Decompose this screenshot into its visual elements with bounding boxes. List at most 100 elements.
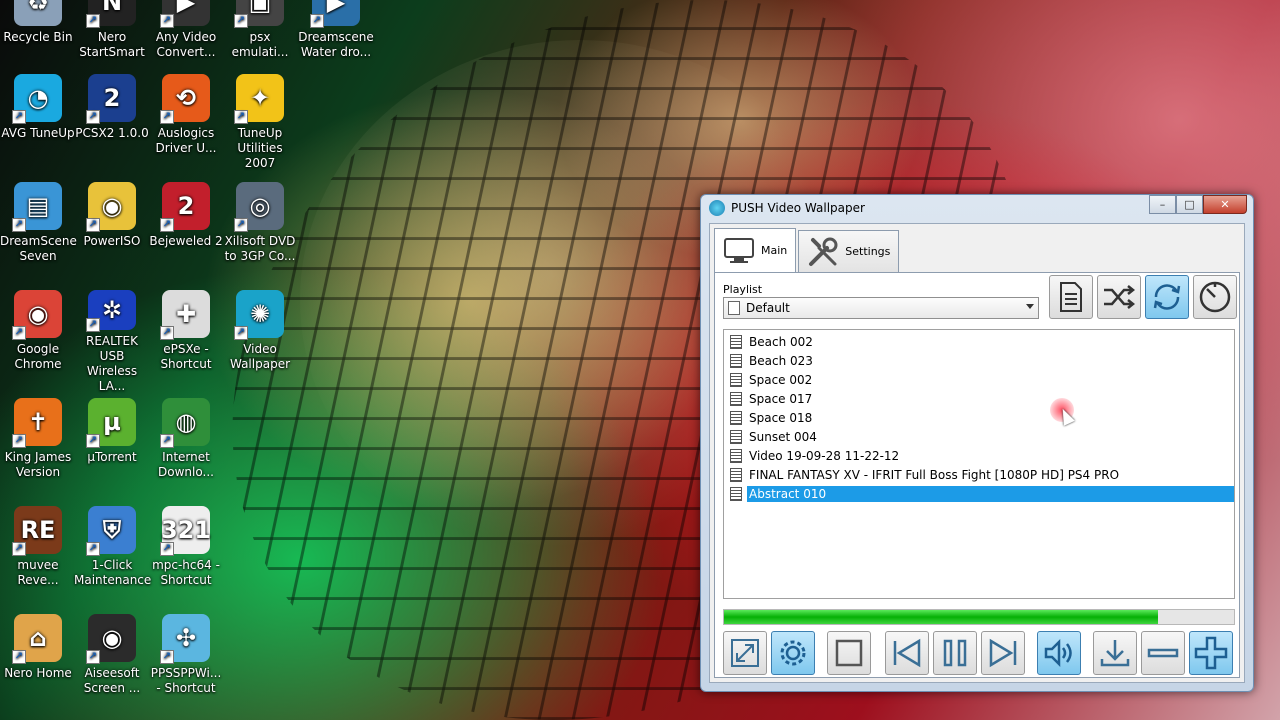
psx-emulator-icon: ▣ ↗: [234, 0, 284, 28]
desktop-shortcut-label: µTorrent: [87, 450, 137, 464]
realtek-icon: ✲ ↗: [86, 290, 136, 332]
desktop-shortcut-label: TuneUp Utilities 2007: [237, 126, 283, 170]
timer-button[interactable]: [1193, 275, 1237, 319]
volume-icon: [1044, 638, 1072, 668]
document-button[interactable]: [1049, 275, 1093, 319]
shuffle-icon: [1104, 285, 1136, 309]
download-button[interactable]: [1093, 631, 1137, 675]
list-item-label: Beach 002: [749, 334, 813, 349]
recycle-bin-icon: ♻: [14, 0, 62, 26]
list-item[interactable]: FINAL FANTASY XV - IFRIT Full Boss Fight…: [730, 465, 1234, 484]
remove-button[interactable]: [1141, 631, 1185, 675]
desktop-shortcut[interactable]: ◉ ↗ PowerISO: [74, 182, 150, 286]
desktop-shortcut[interactable]: ⛨ ↗ 1-Click Maintenance: [74, 506, 151, 610]
desktop-shortcut[interactable]: ⌂ ↗ Nero Home: [0, 614, 76, 718]
desktop-shortcut[interactable]: N ↗ Nero StartSmart: [74, 0, 150, 82]
shortcut-arrow-icon: ↗: [12, 110, 26, 124]
desktop-shortcut-label: Aiseesoft Screen ...: [83, 666, 141, 695]
shortcut-arrow-icon: ↗: [160, 14, 174, 28]
desktop-shortcut[interactable]: ◉ ↗ Aiseesoft Screen ...: [74, 614, 150, 718]
shortcut-arrow-icon: ↗: [234, 110, 248, 124]
playback-progress-bar[interactable]: [723, 609, 1235, 625]
desktop-shortcut[interactable]: µ ↗ µTorrent: [74, 398, 150, 502]
dreamscene-seven-icon: ▤ ↗: [12, 182, 62, 232]
film-icon: [730, 486, 742, 501]
shortcut-arrow-icon: ↗: [12, 542, 26, 556]
download-icon: [1100, 640, 1130, 667]
volume-button[interactable]: [1037, 631, 1081, 675]
dreamscene-water-icon: ▶ ↗: [310, 0, 360, 28]
fullscreen-button[interactable]: [723, 631, 767, 675]
settings-gear-button[interactable]: [771, 631, 815, 675]
desktop-shortcut[interactable]: ⟲ ↗ Auslogics Driver U...: [148, 74, 224, 178]
desktop-shortcut[interactable]: ▶ ↗ Any Video Convert...: [148, 0, 224, 82]
film-icon: [730, 391, 742, 406]
poweriso-icon: ◉ ↗: [86, 182, 136, 232]
shortcut-arrow-icon: ↗: [160, 542, 174, 556]
desktop-shortcut[interactable]: ◎ ↗ Xilisoft DVD to 3GP Co...: [222, 182, 298, 286]
list-item[interactable]: Space 002: [730, 370, 1234, 389]
desktop-shortcut[interactable]: ▶ ↗ Dreamscene Water dro...: [298, 0, 374, 82]
next-button[interactable]: [981, 631, 1025, 675]
list-item[interactable]: Video 19-09-28 11-22-12: [730, 446, 1234, 465]
list-item[interactable]: Sunset 004: [730, 427, 1234, 446]
desktop-shortcut[interactable]: ◉ ↗ Google Chrome: [0, 290, 76, 394]
desktop-shortcut[interactable]: ◔ ↗ AVG TuneUp: [0, 74, 76, 178]
list-item[interactable]: Beach 002: [730, 332, 1234, 351]
shortcut-arrow-icon: ↗: [86, 650, 100, 664]
window-client: Main Settings Playlist Default Beach 002…: [709, 223, 1245, 683]
playlist-list[interactable]: Beach 002 Beach 023 Space 002 Space 017 Spac…: [723, 329, 1235, 599]
desktop-shortcut-label: DreamScene Seven: [0, 234, 77, 263]
previous-button[interactable]: [885, 631, 929, 675]
tab-settings-label: Settings: [845, 245, 891, 258]
stop-button[interactable]: [827, 631, 871, 675]
desktop-shortcut[interactable]: 321 ↗ mpc-hc64 - Shortcut: [148, 506, 224, 610]
list-item[interactable]: Beach 023: [730, 351, 1234, 370]
desktop-shortcut[interactable]: ▣ ↗ psx emulati...: [222, 0, 298, 82]
wrench-screwdriver-icon: [809, 237, 838, 266]
maximize-button[interactable]: □: [1176, 195, 1203, 214]
shortcut-arrow-icon: ↗: [160, 326, 174, 340]
tab-settings[interactable]: Settings: [798, 230, 900, 272]
shortcut-arrow-icon: ↗: [160, 110, 174, 124]
desktop-shortcut[interactable]: ▤ ↗ DreamScene Seven: [0, 182, 77, 286]
desktop-shortcut[interactable]: ✚ ↗ ePSXe - Shortcut: [148, 290, 224, 394]
film-icon: [730, 410, 742, 425]
desktop-shortcut-label: Video Wallpaper: [229, 342, 291, 371]
pause-button[interactable]: [933, 631, 977, 675]
close-button[interactable]: ✕: [1203, 195, 1247, 214]
desktop-shortcut[interactable]: 2 ↗ Bejeweled 2: [148, 182, 224, 286]
shortcut-arrow-icon: ↗: [86, 110, 100, 124]
desktop-shortcut-label: King James Version: [4, 450, 72, 479]
list-item[interactable]: Space 018: [730, 408, 1234, 427]
shortcut-arrow-icon: ↗: [310, 14, 324, 28]
window-title: PUSH Video Wallpaper: [731, 201, 865, 215]
list-item-label: FINAL FANTASY XV - IFRIT Full Boss Fight…: [749, 467, 1120, 482]
desktop-shortcut[interactable]: ✝ ↗ King James Version: [0, 398, 76, 502]
desktop-shortcut[interactable]: ✺ ↗ Video Wallpaper: [222, 290, 298, 394]
document-icon: [1060, 282, 1082, 312]
minimize-button[interactable]: –: [1149, 195, 1176, 214]
desktop-shortcut[interactable]: ✲ ↗ REALTEK USB Wireless LA...: [74, 290, 150, 394]
list-item-label: Abstract 010: [747, 485, 1234, 502]
mpc-hc-icon: 321 ↗: [160, 506, 211, 556]
list-item-label: Video 19-09-28 11-22-12: [749, 448, 900, 463]
desktop-shortcut[interactable]: ✣ ↗ PPSSPPWi... - Shortcut: [148, 614, 224, 718]
desktop-shortcut[interactable]: 2 ↗ PCSX2 1.0.0: [74, 74, 150, 178]
desktop-shortcut[interactable]: RE ↗ muvee Reve...: [0, 506, 76, 610]
nero-icon: N ↗: [86, 0, 136, 28]
playlist-dropdown[interactable]: Default: [723, 297, 1039, 319]
list-item[interactable]: Space 017: [730, 389, 1234, 408]
list-item[interactable]: Abstract 010: [730, 484, 1234, 503]
desktop-shortcut[interactable]: ✦ ↗ TuneUp Utilities 2007: [222, 74, 298, 178]
desktop-shortcut-label: muvee Reve...: [17, 558, 59, 587]
desktop-shortcut[interactable]: ♻ Recycle Bin: [0, 0, 76, 82]
repeat-button[interactable]: [1145, 275, 1189, 319]
tab-main[interactable]: Main: [714, 228, 797, 272]
desktop-shortcut-label: Dreamscene Water dro...: [298, 30, 374, 59]
avg-tuneup-icon: ◔ ↗: [12, 74, 62, 124]
add-button[interactable]: [1189, 631, 1233, 675]
shuffle-button[interactable]: [1097, 275, 1141, 319]
desktop-shortcut[interactable]: ◍ ↗ Internet Downlo...: [148, 398, 224, 502]
timer-icon: [1199, 281, 1231, 313]
